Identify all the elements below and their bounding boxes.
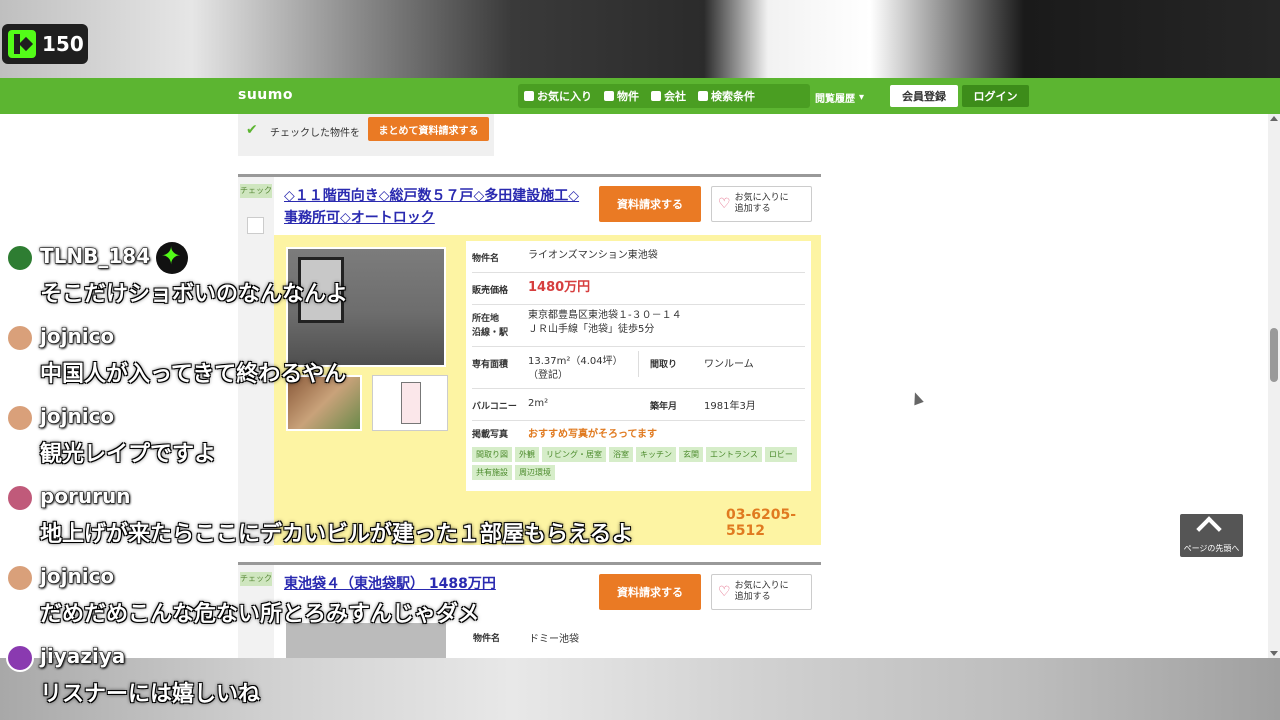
avatar	[6, 404, 34, 432]
chat-username: jiyaziya	[39, 644, 126, 669]
star-badge-icon	[156, 242, 188, 274]
suumo-logo[interactable]: suumo	[238, 87, 293, 103]
chat-text: 中国人が入ってきて終わるやん	[40, 362, 347, 387]
avatar	[6, 244, 34, 272]
scrollbar[interactable]	[1268, 114, 1280, 658]
search-icon	[698, 91, 708, 101]
chat-text: 観光レイプですよ	[40, 442, 217, 467]
scroll-down-icon[interactable]	[1270, 651, 1278, 656]
avatar	[6, 564, 34, 592]
chat-message: jojnico 中国人が入ってきて終わるやん	[6, 324, 766, 404]
chat-text: だめだめこんな危ない所とろみすんじゃダメ	[40, 602, 480, 627]
heart-icon: ♡	[718, 196, 731, 212]
webcam-top: 150	[0, 0, 1280, 78]
bulk-text: チェックした物件を	[270, 128, 360, 139]
bulk-action-bar: ✔ チェックした物件を まとめて資料請求する	[238, 114, 494, 156]
register-button[interactable]: 会員登録	[890, 85, 958, 107]
photo-tag[interactable]: ロビー	[764, 447, 797, 462]
check-icon: ✔	[246, 122, 258, 138]
building-icon	[651, 91, 661, 101]
header-nav: お気に入り 物件 会社 検索条件	[518, 84, 810, 108]
chat-message: jojnico だめだめこんな危ない所とろみすんじゃダメ	[6, 564, 766, 644]
nav-favorites[interactable]: お気に入り	[524, 88, 592, 104]
chat-message: jojnico 観光レイプですよ	[6, 404, 766, 484]
mouse-cursor-icon	[910, 390, 924, 406]
scroll-up-icon[interactable]	[1270, 116, 1278, 121]
chat-text: 地上げが来たらここにデカいビルが建った１部屋もらえるよ	[40, 522, 634, 547]
avatar	[6, 484, 34, 512]
chat-text: リスナーには嬉しいね	[40, 682, 261, 707]
viewer-badge: 150	[2, 24, 88, 64]
favorites-icon	[524, 91, 534, 101]
nav-properties[interactable]: 物件	[604, 88, 639, 104]
chat-text: そこだけショボいのなんなんよ	[40, 282, 349, 307]
listing-checkbox[interactable]	[247, 217, 264, 234]
history-dropdown[interactable]: 閲覧履歴 ▾	[815, 90, 864, 105]
kick-logo-icon	[8, 30, 36, 58]
check-label: チェック	[240, 184, 272, 198]
chat-message: porurun 地上げが来たらここにデカいビルが建った１部屋もらえるよ	[6, 484, 766, 564]
chat-message: jiyaziya リスナーには嬉しいね	[6, 644, 766, 720]
chat-username: jojnico	[39, 564, 115, 589]
scroll-thumb[interactable]	[1270, 328, 1278, 382]
bulk-request-button[interactable]: まとめて資料請求する	[368, 117, 489, 141]
avatar	[6, 644, 34, 672]
viewer-count: 150	[42, 32, 84, 56]
listing-title-link[interactable]: ◇１１階西向き◇総戸数５７戸◇多田建設施工◇事務所可◇オートロック	[284, 185, 584, 229]
nav-search-conditions[interactable]: 検索条件	[698, 88, 755, 104]
login-button[interactable]: ログイン	[962, 85, 1029, 107]
page-top-button[interactable]: ページの先頭へ	[1180, 514, 1243, 557]
avatar	[6, 324, 34, 352]
add-favorite-button[interactable]: ♡ お気に入りに 追加する	[711, 186, 812, 222]
chat-username: porurun	[40, 484, 131, 509]
chat-username: TLNB_184	[39, 244, 151, 269]
house-icon	[604, 91, 614, 101]
request-info-button[interactable]: 資料請求する	[599, 186, 701, 222]
chevron-up-icon	[1196, 516, 1222, 542]
chat-message: TLNB_184 そこだけショボいのなんなんよ	[6, 242, 766, 324]
site-header: suumo お気に入り 物件 会社 検索条件 閲覧履歴 ▾ 会員登録 ログイン	[0, 78, 1280, 114]
chat-username: jojnico	[39, 404, 115, 429]
chat-username: jojnico	[39, 324, 115, 349]
nav-companies[interactable]: 会社	[651, 88, 686, 104]
chevron-down-icon: ▾	[859, 92, 865, 103]
